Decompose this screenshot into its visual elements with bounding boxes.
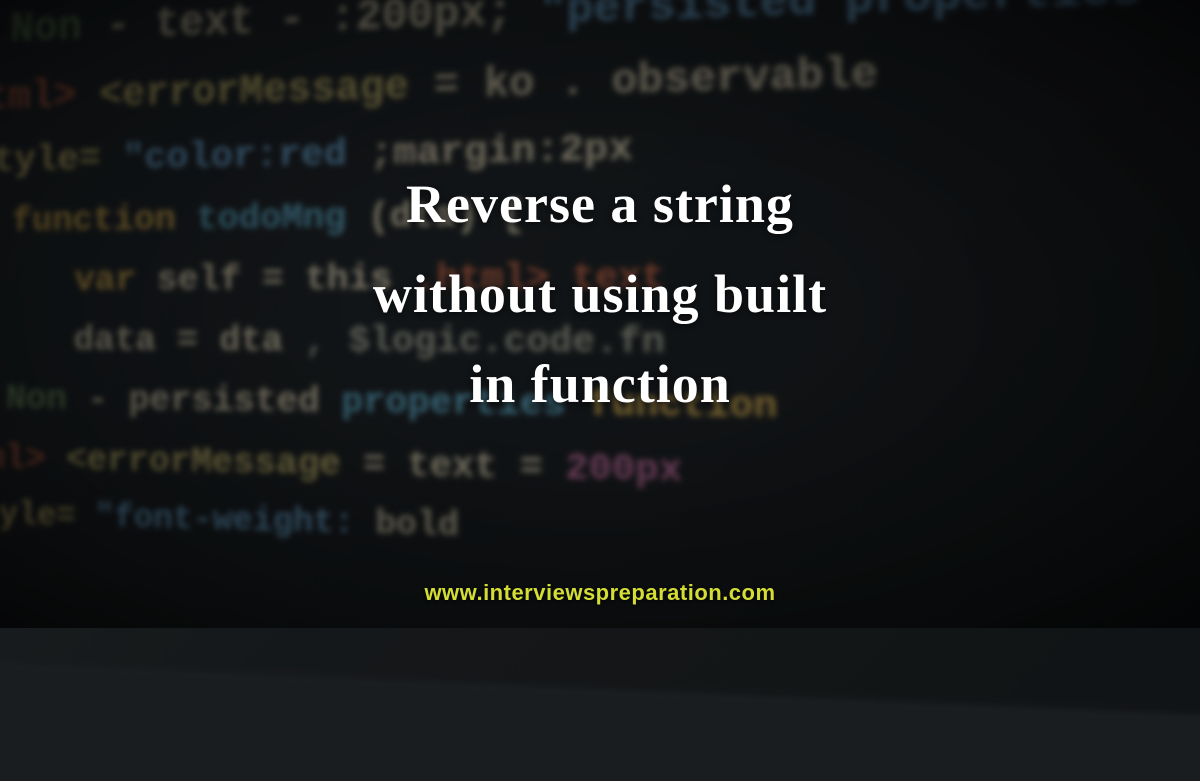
title-line-2: without using built (373, 263, 827, 325)
title-line-3: in function (469, 353, 731, 415)
title-line-1: Reverse a string (406, 173, 794, 235)
watermark-url: www.interviewspreparation.com (0, 580, 1200, 606)
title-container: Reverse a string without using built in … (0, 0, 1200, 628)
